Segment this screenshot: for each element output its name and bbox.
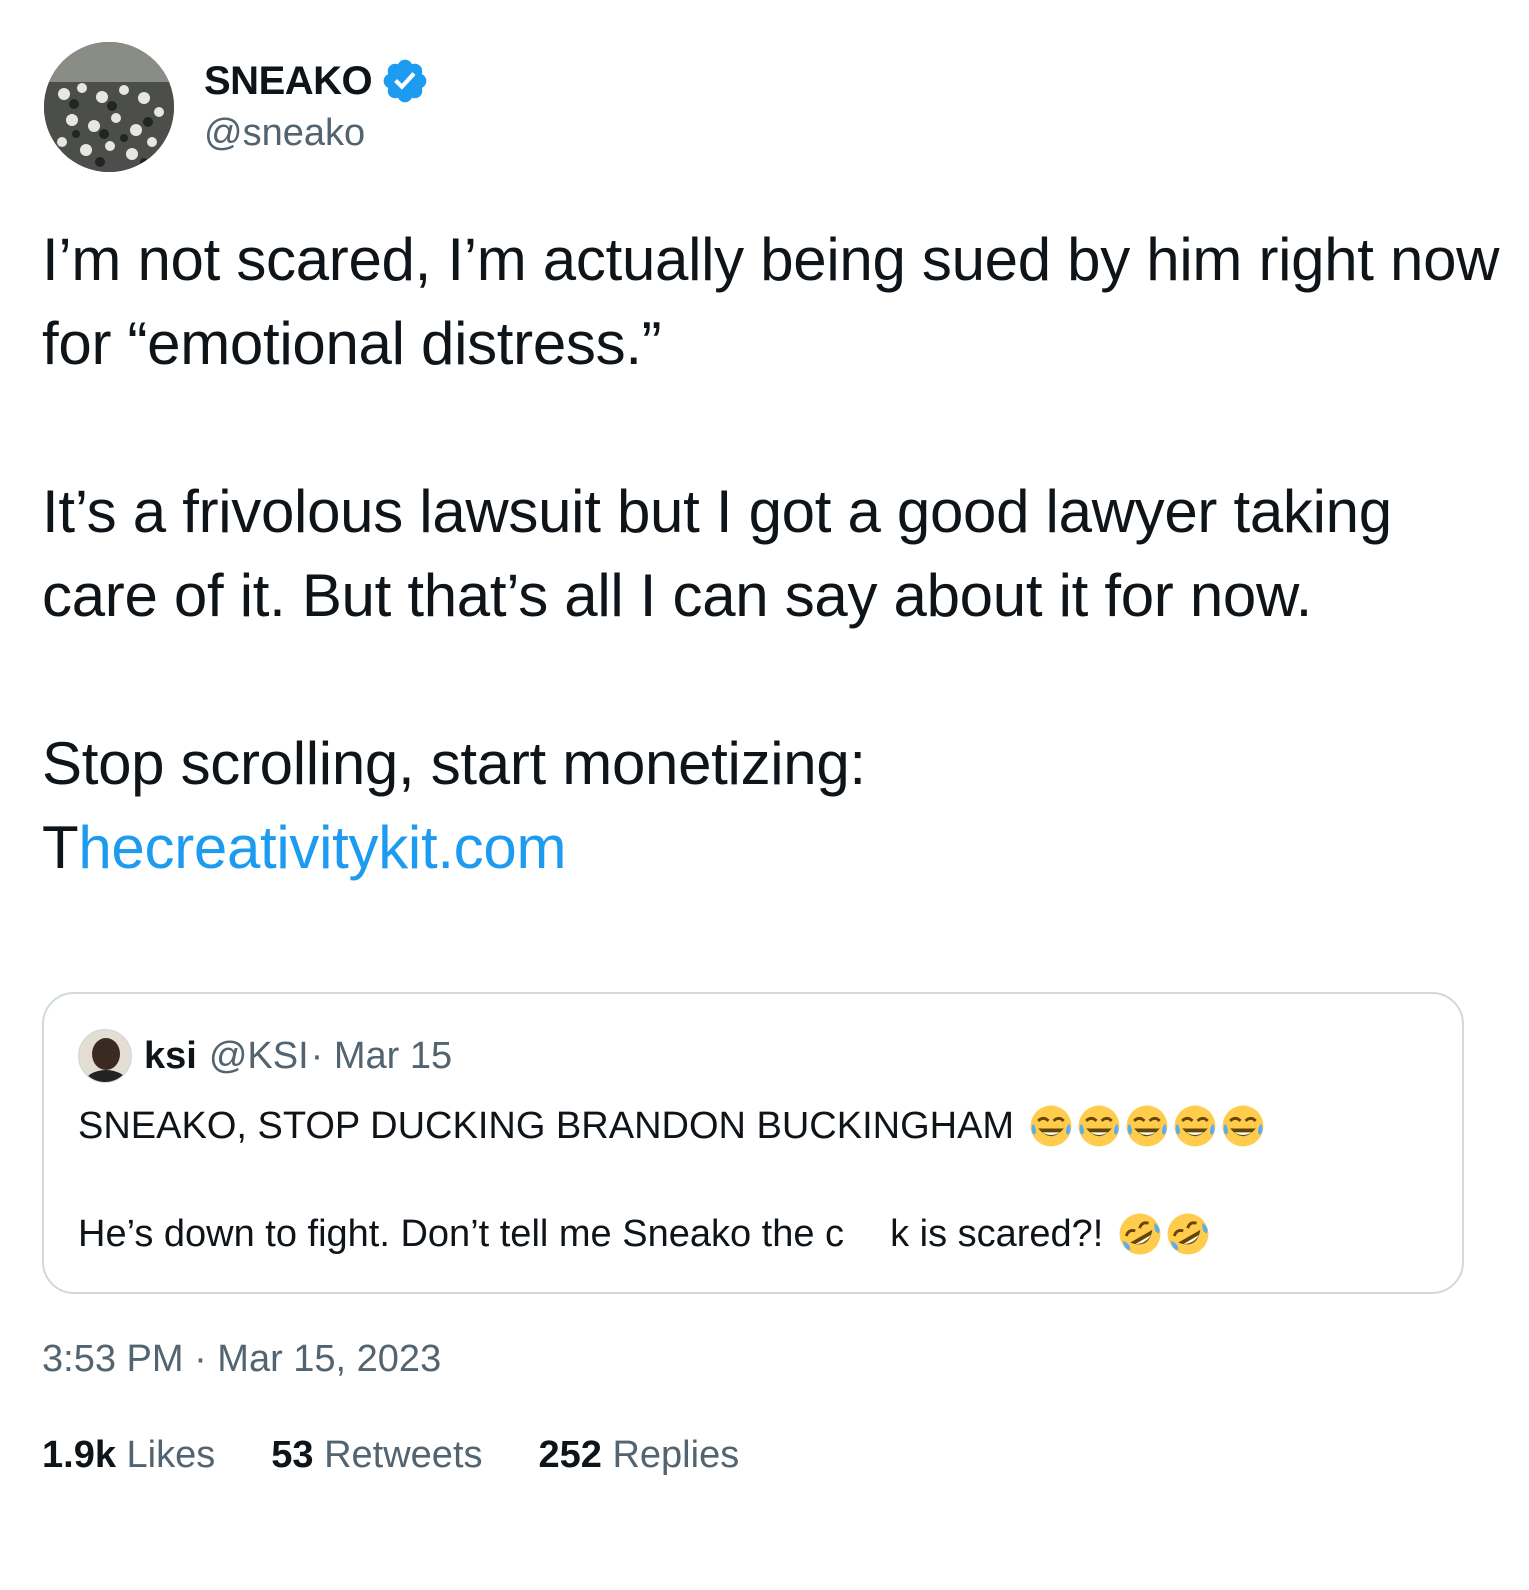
laughing-emoji-row xyxy=(1028,1103,1266,1149)
face-with-tears-of-joy-icon xyxy=(1174,1105,1216,1147)
quoted-author-avatar[interactable] xyxy=(78,1029,132,1083)
verified-badge-icon xyxy=(383,59,427,103)
rolling-on-floor-laughing-icon xyxy=(1167,1213,1209,1255)
author-name-row: SNEAKO xyxy=(204,56,430,106)
tweet-body: I’m not scared, I’m actually being sued … xyxy=(42,218,1502,890)
tweet-stats: 1.9k Likes 53 Retweets 252 Replies xyxy=(42,1434,739,1477)
crowd-photo-avatar-icon xyxy=(44,42,174,172)
likes-label: Likes xyxy=(126,1434,216,1476)
quoted-tweet-header: ksi @KSI · Mar 15 xyxy=(78,1028,452,1084)
link-prefix: T xyxy=(42,814,79,881)
quoted-text-2-end: k is scared?! xyxy=(890,1212,1104,1255)
quoted-text-2-start: He’s down to fight. Don’t tell me Sneako… xyxy=(78,1212,845,1255)
quoted-tweet-date[interactable]: · Mar 15 xyxy=(311,1035,452,1078)
retweets-stat[interactable]: 53 Retweets xyxy=(271,1434,482,1477)
quoted-tweet[interactable]: ksi @KSI · Mar 15 SNEAKO, STOP DUCKING B… xyxy=(42,992,1464,1294)
rofl-emoji-row xyxy=(1117,1211,1211,1257)
retweets-count: 53 xyxy=(271,1434,314,1476)
tweet-timestamp[interactable]: 3:53 PM · Mar 15, 2023 xyxy=(42,1338,441,1381)
quoted-text-1: SNEAKO, STOP DUCKING BRANDON BUCKINGHAM xyxy=(78,1104,1015,1147)
quoted-author-name[interactable]: ksi xyxy=(144,1035,197,1078)
creativitykit-link[interactable]: hecreativitykit.com xyxy=(78,814,566,881)
likes-count: 1.9k xyxy=(42,1434,116,1476)
person-avatar-icon xyxy=(79,1030,131,1082)
retweets-label: Retweets xyxy=(324,1434,483,1476)
author-handle[interactable]: @sneako xyxy=(204,112,365,155)
tweet-paragraph-3: Stop scrolling, start monetizing: xyxy=(42,730,866,797)
likes-stat[interactable]: 1.9k Likes xyxy=(42,1434,215,1477)
quoted-text-line-1: SNEAKO, STOP DUCKING BRANDON BUCKINGHAM xyxy=(78,1098,1266,1154)
author-avatar[interactable] xyxy=(44,42,174,172)
tweet-paragraph-1: I’m not scared, I’m actually being sued … xyxy=(42,226,1500,377)
replies-stat[interactable]: 252 Replies xyxy=(539,1434,740,1477)
quoted-author-handle[interactable]: @KSI xyxy=(209,1035,309,1078)
quoted-text-line-2: He’s down to fight. Don’t tell me Sneako… xyxy=(78,1206,1211,1262)
replies-count: 252 xyxy=(538,1434,602,1476)
tweet-card: SNEAKO @sneako I’m not scared, I’m actua… xyxy=(0,0,1529,1590)
rolling-on-floor-laughing-icon xyxy=(1119,1213,1161,1255)
face-with-tears-of-joy-icon xyxy=(1222,1105,1264,1147)
face-with-tears-of-joy-icon xyxy=(1030,1105,1072,1147)
tweet-paragraph-2: It’s a frivolous lawsuit but I got a goo… xyxy=(42,478,1392,629)
tweet-link-line: Thecreativitykit.com xyxy=(42,806,1502,890)
face-with-tears-of-joy-icon xyxy=(1126,1105,1168,1147)
face-with-tears-of-joy-icon xyxy=(1078,1105,1120,1147)
author-display-name[interactable]: SNEAKO xyxy=(204,59,373,104)
replies-label: Replies xyxy=(612,1434,740,1476)
